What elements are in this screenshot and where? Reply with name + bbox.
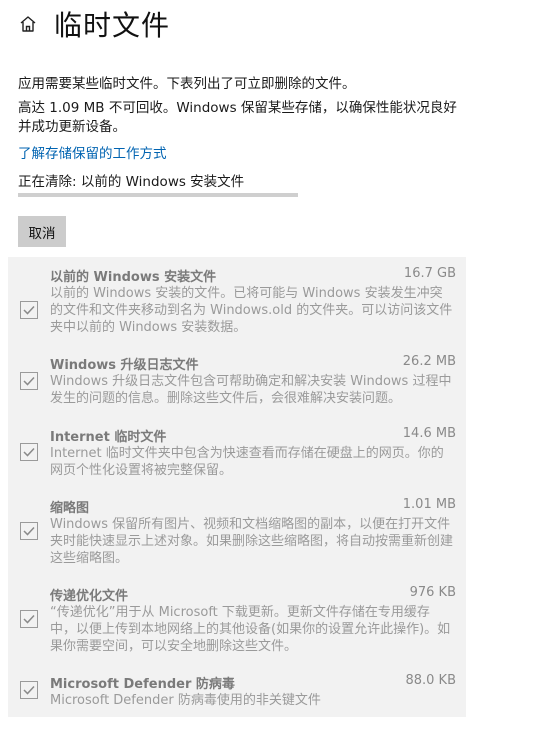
item-description: Microsoft Defender 防病毒使用的非关键文件 (50, 693, 321, 708)
item-size: 976 KB (409, 585, 456, 600)
intro-description: 应用需要某些临时文件。下表列出了可立即删除的文件。 (18, 76, 356, 92)
cancel-button[interactable]: 取消 (18, 216, 66, 247)
item-size: 16.7 GB (403, 266, 456, 281)
home-icon (20, 16, 36, 32)
item-description: 以前的 Windows 安装的文件。已将可能与 Windows 安装发生冲突的文… (50, 286, 453, 335)
item-title: 以前的 Windows 安装文件 (50, 270, 217, 285)
home-button[interactable] (16, 12, 40, 36)
item-size: 88.0 KB (405, 673, 456, 688)
item-checkbox[interactable] (20, 443, 38, 461)
temporary-files-page: 临时文件 应用需要某些临时文件。下表列出了可立即删除的文件。 高达 1.09 M… (0, 0, 553, 729)
temporary-files-list: 以前的 Windows 安装文件 16.7 GB 以前的 Windows 安装的… (8, 257, 466, 717)
checkmark-icon (23, 685, 35, 695)
item-description: “传递优化”用于从 Microsoft 下载更新。更新文件存储在专用缓存中，以便… (50, 605, 451, 654)
item-size: 26.2 MB (402, 354, 456, 369)
item-title: 缩略图 (50, 501, 90, 516)
item-title: Windows 升级日志文件 (50, 358, 199, 373)
checkmark-icon (23, 305, 35, 315)
item-size: 14.6 MB (402, 426, 456, 441)
item-description: Windows 升级日志文件包含可帮助确定和解决安装 Windows 过程中发生… (50, 374, 452, 406)
cleanup-status-text: 正在清除: 以前的 Windows 安装文件 (18, 174, 245, 190)
item-checkbox[interactable] (20, 681, 38, 699)
item-size: 1.01 MB (402, 497, 456, 512)
page-header: 临时文件 (16, 4, 170, 44)
checkmark-icon (23, 526, 35, 536)
item-title: Internet 临时文件 (50, 430, 167, 445)
item-checkbox[interactable] (20, 610, 38, 628)
checkmark-icon (23, 614, 35, 624)
learn-storage-reserve-link[interactable]: 了解存储保留的工作方式 (18, 142, 167, 162)
item-description: Windows 保留所有图片、视频和文档缩略图的副本，以便在打开文件夹时能快速显… (50, 517, 454, 566)
item-checkbox[interactable] (20, 372, 38, 390)
item-title: Microsoft Defender 防病毒 (50, 677, 235, 692)
item-description: Internet 临时文件夹中包含为快速查看而存储在硬盘上的网页。你的网页个性化… (50, 446, 444, 478)
reserved-storage-note: 高达 1.09 MB 不可回收。Windows 保留某些存储，以确保性能状况良好… (18, 100, 457, 135)
checkmark-icon (23, 376, 35, 386)
cleanup-progress-bar (18, 193, 298, 197)
item-title: 传递优化文件 (50, 589, 129, 604)
item-checkbox[interactable] (20, 522, 38, 540)
checkmark-icon (23, 447, 35, 457)
item-checkbox[interactable] (20, 301, 38, 319)
page-title: 临时文件 (54, 9, 171, 42)
cleanup-progress-fill (18, 193, 298, 197)
